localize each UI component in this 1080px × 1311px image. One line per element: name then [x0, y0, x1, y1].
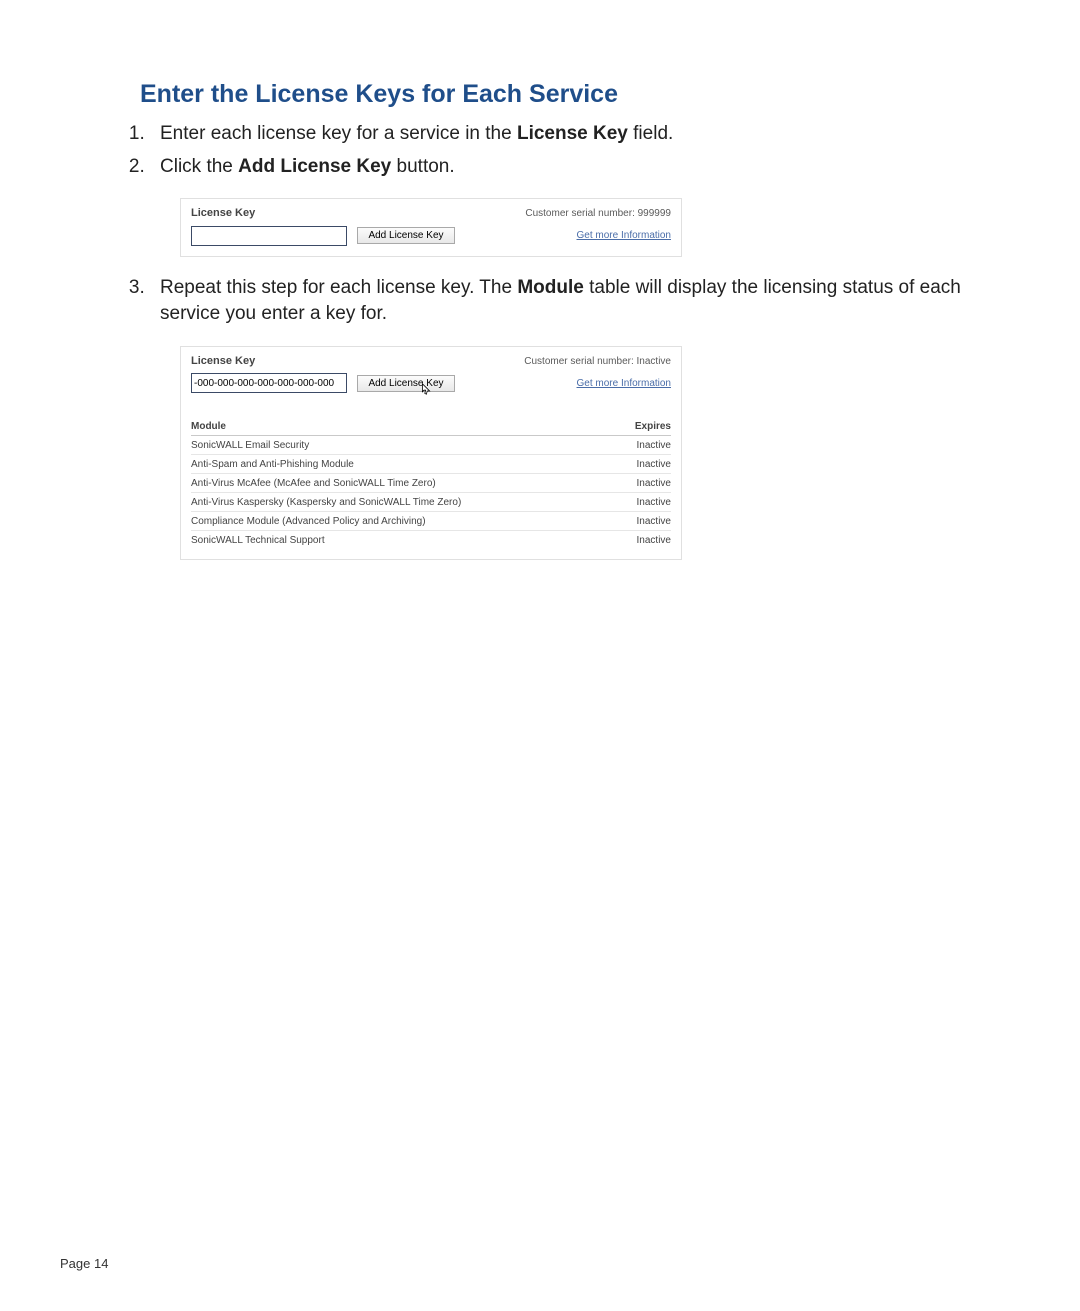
serial-value: Inactive [637, 356, 671, 367]
step-3-bold: Module [517, 277, 584, 298]
serial-number: Customer serial number: Inactive [524, 356, 671, 367]
step-2-text-post: button. [391, 156, 454, 177]
step-3: Repeat this step for each license key. T… [150, 275, 1020, 328]
table-row: Anti-Virus Kaspersky (Kaspersky and Soni… [191, 493, 671, 512]
col-module: Module [191, 417, 614, 436]
step-1-text-post: field. [628, 123, 673, 144]
table-row: SonicWALL Email SecurityInactive [191, 436, 671, 455]
expires-cell: Inactive [614, 455, 671, 474]
step-3-text-pre: Repeat this step for each license key. T… [160, 277, 517, 298]
serial-label: Customer serial number: [524, 356, 636, 367]
module-cell: Anti-Spam and Anti-Phishing Module [191, 455, 614, 474]
module-table: Module Expires SonicWALL Email SecurityI… [191, 417, 671, 549]
col-expires: Expires [614, 417, 671, 436]
serial-number: Customer serial number: 999999 [525, 208, 671, 219]
step-1-bold: License Key [517, 123, 628, 144]
module-cell: SonicWALL Technical Support [191, 531, 614, 550]
license-key-label: License Key [191, 355, 255, 367]
expires-cell: Inactive [614, 512, 671, 531]
module-cell: Compliance Module (Advanced Policy and A… [191, 512, 614, 531]
license-key-input[interactable] [191, 373, 347, 393]
license-key-input[interactable] [191, 226, 347, 246]
step-1: Enter each license key for a service in … [150, 121, 1020, 148]
module-cell: Anti-Virus Kaspersky (Kaspersky and Soni… [191, 493, 614, 512]
get-more-information-link[interactable]: Get more Information [577, 230, 671, 241]
section-heading: Enter the License Keys for Each Service [140, 80, 1020, 109]
serial-label: Customer serial number: [525, 208, 637, 219]
module-cell: Anti-Virus McAfee (McAfee and SonicWALL … [191, 474, 614, 493]
serial-value: 999999 [638, 208, 671, 219]
expires-cell: Inactive [614, 436, 671, 455]
license-panel-2: License Key Customer serial number: Inac… [180, 346, 682, 561]
step-2-text-pre: Click the [160, 156, 238, 177]
step-list: Enter each license key for a service in … [150, 121, 1020, 180]
step-2-bold: Add License Key [238, 156, 391, 177]
table-row: Anti-Virus McAfee (McAfee and SonicWALL … [191, 474, 671, 493]
expires-cell: Inactive [614, 531, 671, 550]
get-more-information-link[interactable]: Get more Information [577, 378, 671, 389]
table-row: Anti-Spam and Anti-Phishing ModuleInacti… [191, 455, 671, 474]
page-number: Page 14 [60, 1256, 108, 1271]
step-1-text-pre: Enter each license key for a service in … [160, 123, 517, 144]
module-cell: SonicWALL Email Security [191, 436, 614, 455]
step-list-continued: Repeat this step for each license key. T… [150, 275, 1020, 328]
license-key-label: License Key [191, 207, 255, 219]
table-row: SonicWALL Technical SupportInactive [191, 531, 671, 550]
license-panel-1: License Key Customer serial number: 9999… [180, 198, 682, 257]
add-license-key-button[interactable]: Add License Key [357, 375, 454, 392]
table-row: Compliance Module (Advanced Policy and A… [191, 512, 671, 531]
expires-cell: Inactive [614, 474, 671, 493]
add-license-key-button[interactable]: Add License Key [357, 227, 454, 244]
expires-cell: Inactive [614, 493, 671, 512]
step-2: Click the Add License Key button. [150, 154, 1020, 181]
